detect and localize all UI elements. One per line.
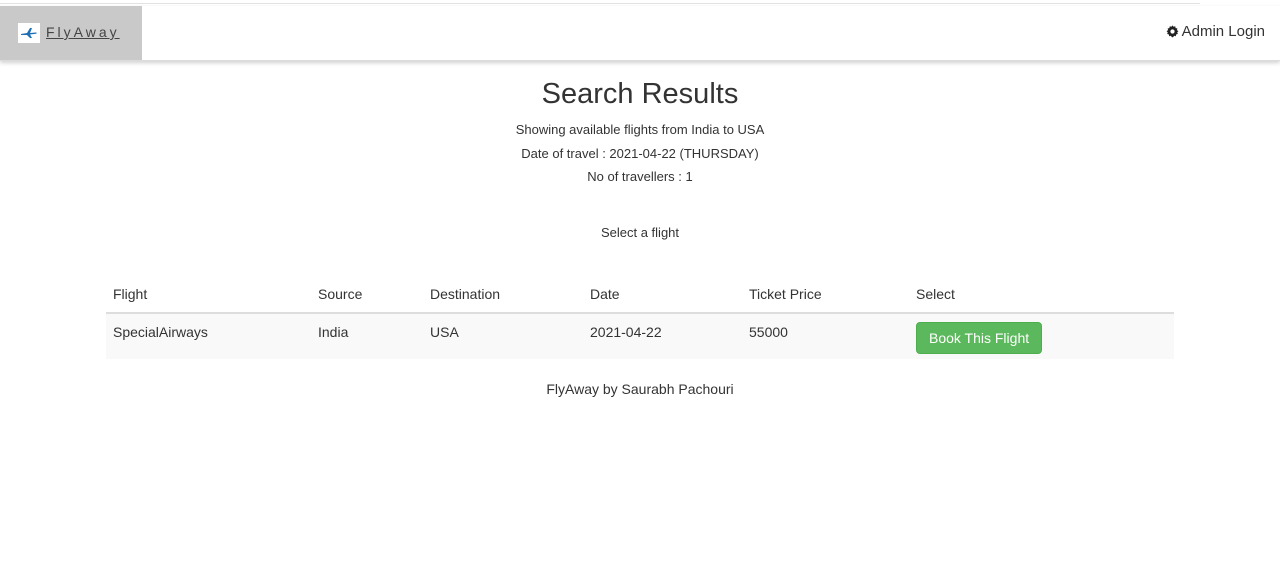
- footer-credit: FlyAway by Saurabh Pachouri: [546, 381, 734, 397]
- brand-name: FlyAway: [46, 24, 120, 40]
- admin-login-label: Admin Login: [1181, 23, 1265, 40]
- brand-link[interactable]: FlyAway: [0, 6, 142, 60]
- table-header-row: Flight Source Destination Date Ticket Pr…: [106, 276, 1174, 314]
- top-divider: [0, 3, 1200, 4]
- gear-icon: [1166, 25, 1179, 38]
- cell-destination: USA: [423, 313, 583, 359]
- flight-destination: USA: [430, 324, 459, 340]
- table-row: SpecialAirways India USA 2021-04-22 5500…: [106, 313, 1174, 359]
- flight-name: SpecialAirways: [113, 324, 208, 340]
- header-select: Select: [909, 276, 1174, 314]
- page-title: Search Results: [541, 78, 739, 110]
- route-info: Showing available flights from India to …: [515, 122, 765, 137]
- flight-date: 2021-04-22: [590, 324, 662, 340]
- cell-price: 55000: [742, 313, 909, 359]
- flight-source: India: [318, 324, 349, 340]
- header-ticket-price: Ticket Price: [742, 276, 909, 314]
- airplane-icon: [18, 23, 40, 43]
- flights-table: Flight Source Destination Date Ticket Pr…: [106, 276, 1174, 359]
- travel-date-info: Date of travel : 2021-04-22 (THURSDAY): [521, 146, 759, 161]
- cell-select: Book This Flight: [909, 313, 1174, 359]
- cell-source: India: [311, 313, 423, 359]
- header-date: Date: [583, 276, 742, 314]
- header-destination: Destination: [423, 276, 583, 314]
- select-flight-prompt: Select a flight: [600, 225, 680, 240]
- cell-date: 2021-04-22: [583, 313, 742, 359]
- book-flight-button[interactable]: Book This Flight: [916, 322, 1043, 354]
- header-flight: Flight: [106, 276, 311, 314]
- flight-price: 55000: [749, 324, 788, 340]
- cell-flight: SpecialAirways: [106, 313, 311, 359]
- navbar: FlyAway Admin Login: [0, 6, 1280, 61]
- header-source: Source: [311, 276, 423, 314]
- admin-login-link[interactable]: Admin Login: [1166, 23, 1265, 40]
- flights-table-container: Flight Source Destination Date Ticket Pr…: [106, 276, 1174, 359]
- travellers-info: No of travellers : 1: [587, 169, 693, 184]
